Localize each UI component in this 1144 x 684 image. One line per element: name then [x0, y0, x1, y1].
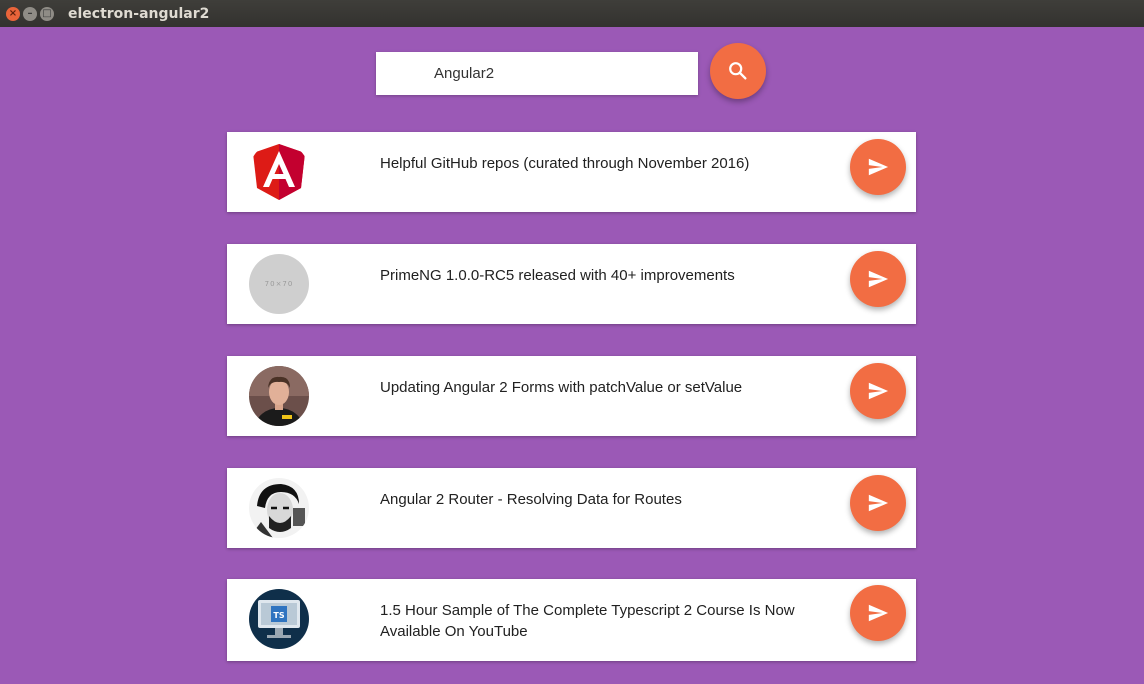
search-button[interactable] — [710, 43, 766, 99]
send-button[interactable] — [850, 585, 906, 641]
result-title: PrimeNG 1.0.0-RC5 released with 40+ impr… — [380, 267, 735, 284]
send-button[interactable] — [850, 251, 906, 307]
search-icon — [729, 62, 747, 80]
result-title: Helpful GitHub repos (curated through No… — [380, 155, 750, 172]
list-item: Angular 2 Router - Resolving Data for Ro… — [227, 468, 916, 548]
send-button[interactable] — [850, 363, 906, 419]
angular-logo-icon — [253, 144, 305, 200]
send-icon — [868, 382, 889, 400]
person-photo-icon — [249, 366, 309, 426]
send-button[interactable] — [850, 475, 906, 531]
list-item: Helpful GitHub repos (curated through No… — [227, 132, 916, 212]
close-window-button[interactable]: × — [6, 6, 20, 21]
typescript-monitor-avatar: TS — [249, 589, 309, 649]
maximize-icon: □ — [42, 7, 52, 19]
window-controls: × – □ — [6, 6, 54, 21]
list-item: TS 1.5 Hour Sample of The Complete Types… — [227, 579, 916, 661]
typescript-monitor-icon: TS — [249, 589, 309, 649]
result-title: Angular 2 Router - Resolving Data for Ro… — [380, 491, 682, 508]
search-input[interactable] — [376, 52, 698, 95]
list-item: 70×70 PrimeNG 1.0.0-RC5 released with 40… — [227, 244, 916, 324]
ts-logo-label: TS — [273, 611, 284, 620]
sketch-portrait-avatar — [249, 478, 309, 538]
send-button[interactable] — [850, 139, 906, 195]
minimize-icon: – — [27, 7, 33, 19]
placeholder-avatar: 70×70 — [249, 254, 309, 314]
angular-logo-avatar — [249, 142, 309, 202]
window-title: electron-angular2 — [68, 5, 210, 22]
list-item: Updating Angular 2 Forms with patchValue… — [227, 356, 916, 436]
send-icon — [868, 604, 889, 622]
close-icon: × — [8, 7, 18, 19]
result-title: 1.5 Hour Sample of The Complete Typescri… — [380, 602, 795, 640]
sketch-portrait-icon — [249, 478, 309, 538]
placeholder-size-label: 70×70 — [264, 280, 294, 288]
send-icon — [868, 270, 889, 288]
window-titlebar: × – □ electron-angular2 — [0, 0, 1144, 27]
send-icon — [868, 494, 889, 512]
minimize-window-button[interactable]: – — [23, 6, 37, 21]
result-title: Updating Angular 2 Forms with patchValue… — [380, 379, 743, 396]
maximize-window-button[interactable]: □ — [40, 6, 54, 21]
person-photo-avatar — [249, 366, 309, 426]
send-icon — [868, 158, 889, 176]
